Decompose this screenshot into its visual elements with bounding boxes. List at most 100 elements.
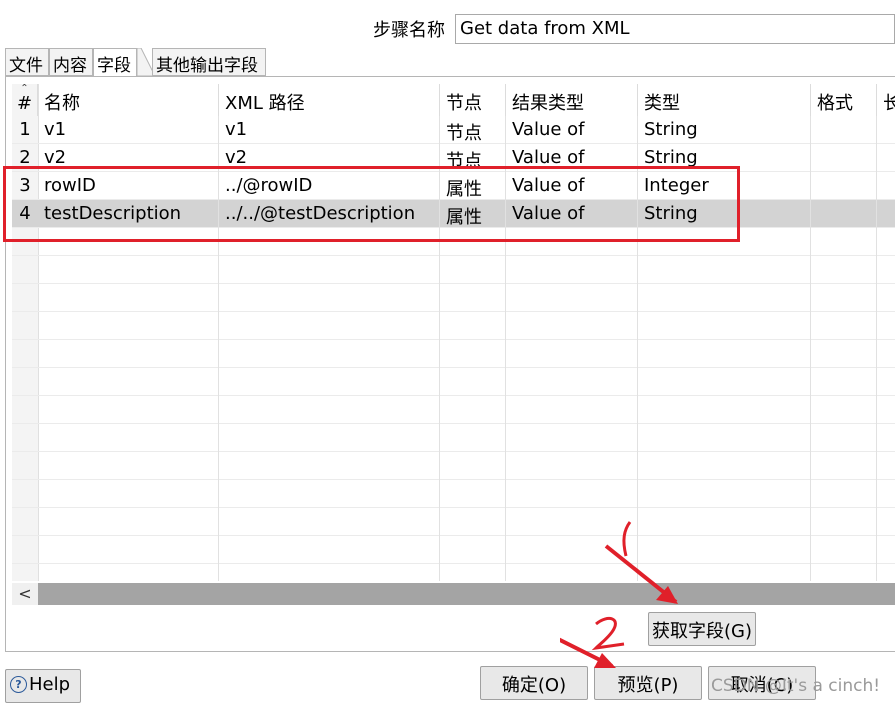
highlight-box: [3, 166, 740, 242]
cell-empty[interactable]: [877, 172, 895, 200]
empty-cell: [219, 508, 440, 536]
empty-cell: [811, 424, 877, 452]
empty-cell: [638, 480, 811, 508]
empty-cell: [811, 508, 877, 536]
tab-other-output-fields[interactable]: 其他输出字段: [152, 48, 266, 76]
empty-cell: [440, 396, 506, 424]
empty-cell: [440, 564, 506, 581]
help-icon: ?: [10, 676, 27, 693]
cell-empty[interactable]: [811, 200, 877, 228]
empty-cell: [811, 536, 877, 564]
annotation-arrows: [560, 521, 678, 668]
empty-table-row: [12, 396, 895, 424]
tab-content[interactable]: 内容: [49, 48, 93, 76]
tab-fields[interactable]: 字段: [93, 48, 137, 77]
cell-empty[interactable]: [811, 144, 877, 172]
empty-cell: [38, 312, 219, 340]
header-row-number[interactable]: ⌃ #: [12, 84, 38, 116]
empty-cell: [811, 284, 877, 312]
cell-name[interactable]: v1: [38, 116, 219, 144]
empty-cell: [38, 396, 219, 424]
empty-cell: [638, 396, 811, 424]
empty-cell: [219, 312, 440, 340]
header-node[interactable]: 节点: [440, 84, 506, 116]
help-button[interactable]: ? Help: [5, 669, 81, 703]
empty-cell: [811, 368, 877, 396]
empty-cell: [219, 396, 440, 424]
empty-cell: [638, 256, 811, 284]
empty-table-row: [12, 368, 895, 396]
empty-table-row: [12, 480, 895, 508]
cell-empty[interactable]: [877, 200, 895, 228]
table-row[interactable]: 1 v1 v1 节点 Value of String: [12, 116, 895, 144]
header-name[interactable]: 名称: [38, 84, 219, 116]
tab-file[interactable]: 文件: [5, 48, 49, 76]
fields-table[interactable]: ⌃ # 名称 XML 路径 节点 结果类型 类型 格式 长 1v1v1节点Val…: [12, 84, 895, 581]
empty-cell: [877, 396, 895, 424]
header-type[interactable]: 类型: [638, 84, 811, 116]
annotation-mark-1: [622, 521, 632, 557]
empty-cell: [638, 312, 811, 340]
empty-cell: [506, 284, 638, 312]
empty-cell: [506, 452, 638, 480]
cell-empty[interactable]: [877, 144, 895, 172]
empty-cell: [638, 284, 811, 312]
empty-cell: [38, 564, 219, 581]
empty-cell: [219, 284, 440, 312]
empty-cell: [877, 452, 895, 480]
step-name-input[interactable]: Get data from XML: [455, 14, 895, 44]
empty-cell: [638, 424, 811, 452]
header-length[interactable]: 长: [877, 84, 895, 116]
empty-cell: [38, 256, 219, 284]
empty-cell: [38, 452, 219, 480]
empty-cell: [811, 396, 877, 424]
empty-cell: [877, 340, 895, 368]
watermark: CSDN @It's a cinch!: [711, 676, 881, 696]
empty-cell: [38, 284, 219, 312]
row-number: 1: [19, 119, 31, 140]
empty-table-row: [12, 536, 895, 564]
empty-table-row: [12, 340, 895, 368]
empty-cell: [38, 340, 219, 368]
empty-cell: [440, 424, 506, 452]
empty-cell: [440, 508, 506, 536]
empty-cell: [877, 256, 895, 284]
empty-cell: [38, 368, 219, 396]
horizontal-scrollbar[interactable]: [12, 583, 895, 605]
cell-node[interactable]: 节点: [440, 116, 506, 144]
empty-cell: [506, 312, 638, 340]
empty-cell: [506, 480, 638, 508]
empty-table-row: [12, 508, 895, 536]
empty-table-row: [12, 564, 895, 581]
help-label: Help: [29, 674, 71, 695]
header-result-type[interactable]: 结果类型: [506, 84, 638, 116]
empty-cell: [811, 340, 877, 368]
cell-result[interactable]: Value of: [506, 116, 638, 144]
empty-cell: [219, 480, 440, 508]
header-xml-path[interactable]: XML 路径: [219, 84, 440, 116]
cell-path[interactable]: v1: [219, 116, 440, 144]
cell-empty[interactable]: [811, 116, 877, 144]
empty-cell: [219, 536, 440, 564]
empty-cell: [506, 256, 638, 284]
cell-empty[interactable]: [811, 172, 877, 200]
empty-cell: [638, 452, 811, 480]
empty-table-row: [12, 424, 895, 452]
empty-cell: [877, 564, 895, 581]
empty-cell: [811, 256, 877, 284]
empty-cell: [811, 480, 877, 508]
annotation-mark-2: [591, 616, 625, 651]
scroll-left-button[interactable]: <: [12, 583, 38, 605]
header-format[interactable]: 格式: [811, 84, 877, 116]
empty-cell: [219, 340, 440, 368]
empty-cell: [440, 368, 506, 396]
empty-cell: [877, 536, 895, 564]
cell-empty[interactable]: [877, 116, 895, 144]
empty-cell: [38, 508, 219, 536]
empty-cell: [506, 368, 638, 396]
empty-table-row: [12, 312, 895, 340]
empty-cell: [877, 368, 895, 396]
empty-cell: [38, 424, 219, 452]
cell-type[interactable]: String: [638, 116, 811, 144]
empty-cell: [38, 480, 219, 508]
